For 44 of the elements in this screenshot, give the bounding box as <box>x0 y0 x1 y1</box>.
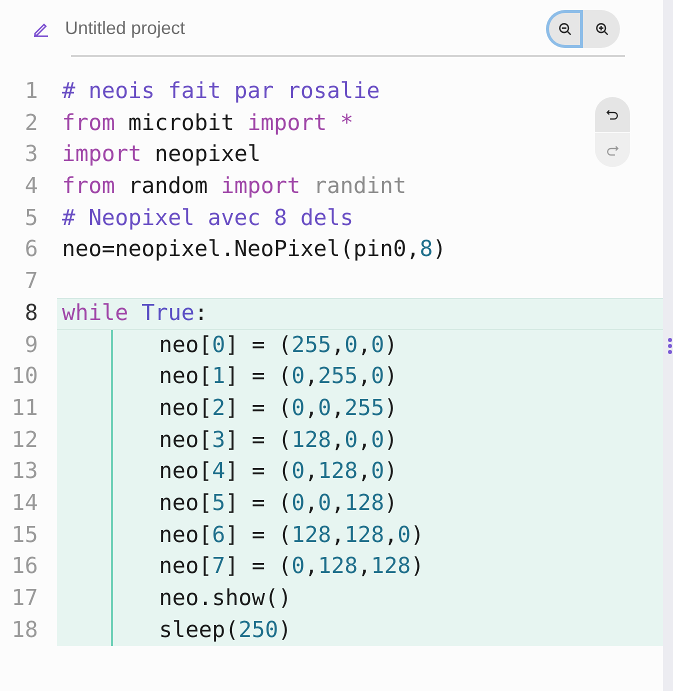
line-number: 18 <box>10 616 39 645</box>
code-line: sleep(250) <box>159 616 292 645</box>
undo-icon <box>606 108 619 121</box>
line-number: 3 <box>24 141 39 170</box>
line-number: 8 <box>24 300 39 328</box>
code-line: while True: <box>62 300 208 328</box>
code-line: from random import randint <box>62 173 406 202</box>
line-number: 1 <box>24 78 39 106</box>
line-number: 15 <box>10 522 39 550</box>
line-number: 6 <box>24 236 39 264</box>
code-line: from microbit import * <box>62 110 354 138</box>
line-number: 5 <box>24 204 39 233</box>
code-line: neo[0] = (255,0,0) <box>159 332 398 360</box>
undo-button[interactable] <box>595 97 630 132</box>
zoom-out-button[interactable] <box>546 10 583 48</box>
line-number: 10 <box>10 363 39 392</box>
project-title[interactable]: Untitled project <box>65 15 186 42</box>
line-number: 13 <box>10 458 39 486</box>
line-number: 9 <box>24 332 39 360</box>
line-number: 12 <box>10 426 39 455</box>
code-line: neo[4] = (0,128,0) <box>159 458 398 486</box>
line-number: 17 <box>10 585 39 613</box>
redo-icon <box>606 144 619 156</box>
line-number: 2 <box>24 110 39 138</box>
line-number: 7 <box>24 268 39 296</box>
code-line: import neopixel <box>62 141 261 170</box>
resize-handle[interactable] <box>663 0 673 691</box>
code-line: neo[3] = (128,0,0) <box>159 426 398 455</box>
code-line: neo[2] = (0,0,255) <box>159 394 398 423</box>
line-number: 4 <box>24 173 39 202</box>
code-line: neo.show() <box>159 585 292 613</box>
code-line: neo[5] = (0,0,128) <box>159 490 398 518</box>
edit-icon[interactable] <box>33 20 49 36</box>
code-line: neo[1] = (0,255,0) <box>159 363 398 392</box>
code-line: neo=neopixel.NeoPixel(pin0,8) <box>62 236 446 264</box>
zoom-in-icon <box>594 22 608 36</box>
line-number: 14 <box>10 490 39 518</box>
line-number: 11 <box>10 394 39 423</box>
code-line: # neois fait par rosalie <box>62 78 380 106</box>
line-number: 16 <box>10 553 39 582</box>
code-line: # Neopixel avec 8 dels <box>62 204 354 233</box>
code-line: neo[6] = (128,128,0) <box>159 522 424 550</box>
code-line: neo[7] = (0,128,128) <box>159 553 424 582</box>
zoom-out-icon <box>558 22 572 36</box>
